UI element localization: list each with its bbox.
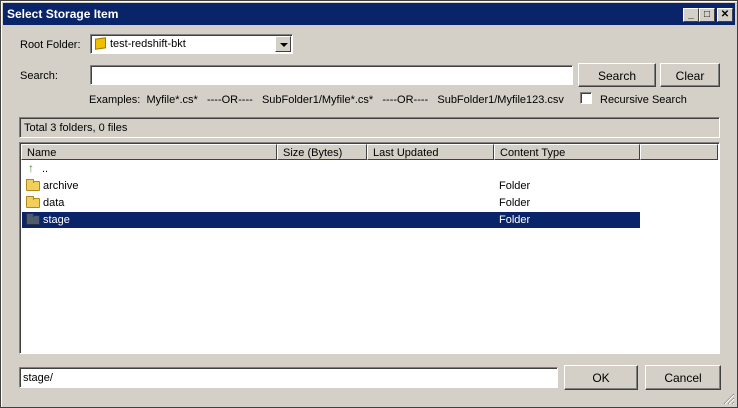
- item-name: archive: [43, 180, 79, 192]
- search-label: Search:: [20, 70, 58, 82]
- ok-button[interactable]: OK: [564, 365, 638, 390]
- list-item-data[interactable]: data Folder: [22, 195, 640, 211]
- title-bar[interactable]: Select Storage Item _ □ ✕: [3, 3, 735, 25]
- maximize-button[interactable]: □: [699, 8, 715, 22]
- folder-icon: [26, 196, 40, 208]
- chevron-down-icon[interactable]: [275, 36, 291, 52]
- item-type: Folder: [499, 214, 531, 226]
- column-header-filler: [640, 144, 718, 160]
- resize-grip-icon[interactable]: [723, 393, 735, 405]
- clear-button[interactable]: Clear: [660, 63, 720, 87]
- search-input[interactable]: [90, 65, 573, 85]
- list-item-stage[interactable]: stage Folder: [22, 212, 640, 228]
- item-name: data: [43, 197, 65, 209]
- cancel-button-label: Cancel: [664, 371, 702, 385]
- list-item-archive[interactable]: archive Folder: [22, 178, 640, 194]
- item-type: Folder: [499, 197, 531, 209]
- search-button-label: Search: [597, 69, 637, 83]
- file-list[interactable]: Name Size (Bytes) Last Updated Content T…: [19, 142, 720, 354]
- window-title: Select Storage Item: [7, 7, 119, 21]
- column-header-size[interactable]: Size (Bytes): [277, 144, 367, 160]
- folder-icon: [26, 179, 40, 191]
- summary-text: Total 3 folders, 0 files: [24, 122, 128, 134]
- search-examples: Examples: Myfile*.cs* ----OR---- SubFold…: [89, 94, 564, 106]
- clear-button-label: Clear: [675, 69, 705, 83]
- item-type: Folder: [499, 180, 531, 192]
- ok-button-label: OK: [592, 371, 610, 385]
- close-button[interactable]: ✕: [717, 8, 733, 22]
- root-folder-select[interactable]: test-redshift-bkt: [90, 34, 293, 54]
- cancel-button[interactable]: Cancel: [645, 365, 721, 390]
- item-name: ..: [42, 163, 49, 175]
- up-arrow-icon: ↑: [28, 161, 34, 175]
- dialog-window: Select Storage Item _ □ ✕ Root Folder: t…: [0, 0, 738, 408]
- selected-path-input[interactable]: [19, 367, 558, 388]
- minimize-button[interactable]: _: [683, 8, 699, 22]
- recursive-search-checkbox[interactable]: [580, 92, 592, 104]
- search-button[interactable]: Search: [578, 63, 656, 87]
- root-folder-label: Root Folder:: [20, 39, 81, 51]
- bucket-icon: [95, 37, 106, 50]
- column-header-content-type[interactable]: Content Type: [494, 144, 640, 160]
- root-folder-value: test-redshift-bkt: [110, 38, 186, 50]
- list-item-parent[interactable]: ↑ ..: [22, 161, 640, 177]
- column-header-name[interactable]: Name: [21, 144, 277, 160]
- recursive-search-label: Recursive Search: [600, 94, 687, 106]
- item-name: stage: [43, 214, 70, 226]
- folder-icon: [26, 213, 40, 225]
- summary-bar: Total 3 folders, 0 files: [19, 117, 720, 138]
- column-header-last-updated[interactable]: Last Updated: [367, 144, 494, 160]
